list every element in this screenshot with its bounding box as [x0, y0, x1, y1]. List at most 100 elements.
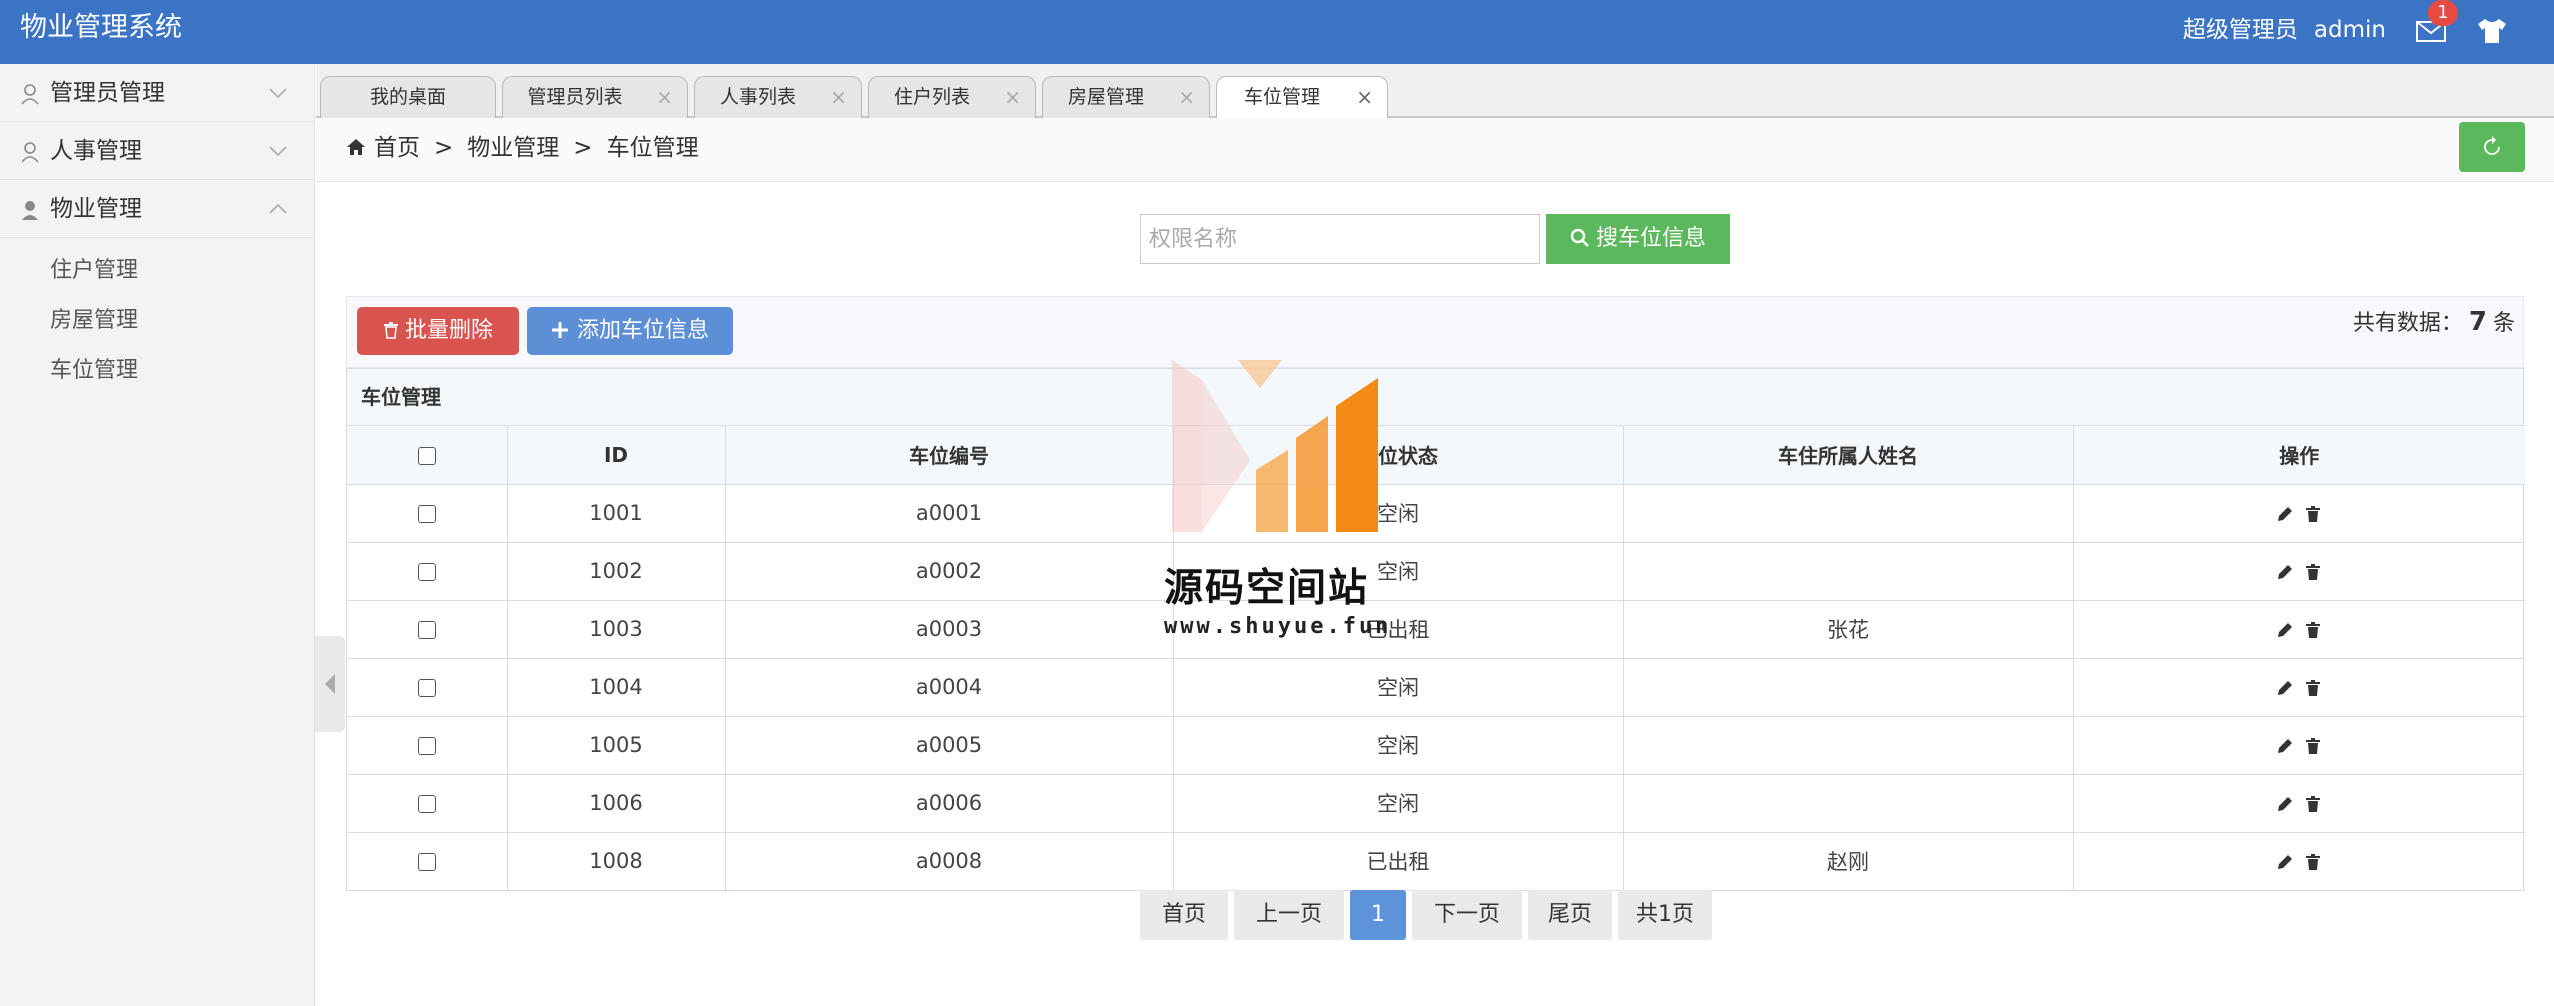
trash-icon[interactable]	[2303, 504, 2323, 524]
app-title: 物业管理系统	[20, 12, 182, 43]
tab-desktop[interactable]: 我的桌面	[320, 76, 496, 118]
close-icon[interactable]: ×	[1356, 77, 1373, 117]
close-icon[interactable]: ×	[1004, 77, 1021, 117]
search-input[interactable]	[1140, 214, 1540, 264]
sidebar-sub-list: 住户管理 房屋管理 车位管理	[0, 238, 314, 396]
close-icon[interactable]: ×	[1178, 77, 1195, 117]
row-select-cell	[347, 657, 508, 717]
cell-actions	[2072, 831, 2525, 890]
cell-actions	[2072, 541, 2525, 601]
sidebar-item-residents[interactable]: 住户管理	[0, 246, 314, 296]
pencil-icon[interactable]	[2275, 852, 2295, 872]
cell-status: 空闲	[1172, 715, 1624, 775]
search-button-label: 搜车位信息	[1595, 226, 1706, 251]
sidebar-item-parking[interactable]: 车位管理	[0, 346, 314, 396]
page-last[interactable]: 尾页	[1528, 890, 1612, 940]
pencil-icon[interactable]	[2275, 504, 2295, 524]
home-icon	[347, 139, 365, 155]
page-total: 共1页	[1618, 890, 1712, 940]
shirt-icon[interactable]	[2474, 15, 2510, 47]
trash-icon[interactable]	[2303, 678, 2323, 698]
row-select-cell	[347, 715, 508, 775]
pencil-icon[interactable]	[2275, 678, 2295, 698]
cell-owner: 赵刚	[1622, 831, 2074, 890]
select-all-checkbox[interactable]	[417, 447, 436, 466]
page-first[interactable]: 首页	[1140, 890, 1228, 940]
close-icon[interactable]: ×	[656, 77, 673, 117]
parking-table: ID 车位编号 车位状态 车住所属人姓名 操作 1001 a0001 空闲 1002 a…	[347, 426, 2525, 890]
sidebar: 管理员管理 人事管理 物业管理 住户管理 房屋管理 车位管理	[0, 64, 315, 1006]
row-select-cell	[347, 831, 508, 890]
table-row: 1001 a0001 空闲	[347, 483, 2525, 543]
sidebar-group-property[interactable]: 物业管理	[0, 180, 314, 238]
row-checkbox[interactable]	[417, 563, 436, 581]
breadcrumb-level1[interactable]: 物业管理	[467, 135, 559, 161]
row-checkbox[interactable]	[417, 795, 436, 813]
batch-delete-label: 批量删除	[404, 318, 493, 343]
sidebar-group-label: 物业管理	[50, 196, 142, 222]
sidebar-collapse-handle[interactable]	[315, 636, 345, 732]
pencil-icon[interactable]	[2275, 794, 2295, 814]
sidebar-group-admin[interactable]: 管理员管理	[0, 64, 314, 122]
trash-icon[interactable]	[2303, 562, 2323, 582]
table-row: 1008 a0008 已出租 赵刚	[347, 831, 2525, 890]
cell-status: 空闲	[1172, 773, 1624, 833]
pencil-icon[interactable]	[2275, 562, 2295, 582]
cell-id: 1001	[506, 483, 726, 543]
pencil-icon[interactable]	[2275, 620, 2295, 640]
username: admin	[2313, 17, 2386, 43]
refresh-button[interactable]	[2459, 122, 2525, 172]
cell-code: a0001	[724, 483, 1174, 543]
tab-label: 房屋管理	[1067, 86, 1144, 108]
page-prev[interactable]: 上一页	[1234, 890, 1344, 940]
cell-status: 已出租	[1172, 831, 1624, 890]
sidebar-item-houses[interactable]: 房屋管理	[0, 296, 314, 346]
trash-icon[interactable]	[2303, 736, 2323, 756]
batch-delete-button[interactable]: 批量删除	[357, 307, 519, 355]
cell-actions	[2072, 715, 2525, 775]
cell-code: a0005	[724, 715, 1174, 775]
row-checkbox[interactable]	[417, 737, 436, 755]
tab-personnel-list[interactable]: 人事列表 ×	[694, 76, 862, 118]
row-checkbox[interactable]	[417, 621, 436, 639]
page-next[interactable]: 下一页	[1412, 890, 1522, 940]
add-parking-label: 添加车位信息	[576, 318, 709, 343]
pencil-icon[interactable]	[2275, 736, 2295, 756]
sidebar-group-label: 管理员管理	[50, 80, 165, 106]
breadcrumb-home[interactable]: 首页	[374, 135, 420, 161]
watermark-title: 源码空间站	[1164, 566, 1370, 611]
search-icon	[1570, 228, 1589, 247]
breadcrumb-separator: >	[434, 135, 454, 161]
cell-id: 1005	[506, 715, 726, 775]
tab-parking-management[interactable]: 车位管理 ×	[1216, 76, 1388, 120]
count-prefix: 共有数据：	[2352, 311, 2463, 336]
close-icon[interactable]: ×	[830, 77, 847, 117]
cell-code: a0004	[724, 657, 1174, 717]
cell-owner	[1622, 773, 2074, 833]
cell-actions	[2072, 657, 2525, 717]
parking-table-panel: 车位管理 ID 车位编号 车位状态 车住所属人姓名 操作 1001 a0001 空闲…	[346, 368, 2525, 891]
tab-admin-list[interactable]: 管理员列表 ×	[502, 76, 688, 118]
row-checkbox[interactable]	[417, 853, 436, 872]
plus-icon	[551, 322, 568, 338]
cell-id: 1002	[506, 541, 726, 601]
row-checkbox[interactable]	[417, 679, 436, 697]
tab-resident-list[interactable]: 住户列表 ×	[868, 76, 1036, 118]
trash-icon[interactable]	[2303, 852, 2323, 872]
row-checkbox[interactable]	[417, 505, 436, 523]
trash-icon[interactable]	[2303, 794, 2323, 814]
search-button[interactable]: 搜车位信息	[1546, 214, 1730, 264]
cell-id: 1008	[506, 831, 726, 890]
page-current[interactable]: 1	[1350, 890, 1406, 940]
trash-icon[interactable]	[2303, 620, 2323, 640]
user-area[interactable]: 超级管理员 admin	[2183, 14, 2386, 46]
sidebar-group-personnel[interactable]: 人事管理	[0, 122, 314, 180]
cell-code: a0006	[724, 773, 1174, 833]
breadcrumb-level2: 车位管理	[606, 135, 699, 161]
add-parking-button[interactable]: 添加车位信息	[527, 307, 733, 355]
sidebar-group-label: 人事管理	[50, 138, 142, 164]
user-icon	[22, 201, 38, 220]
cell-owner	[1622, 715, 2074, 775]
chevron-down-icon	[269, 146, 287, 157]
tab-house-management[interactable]: 房屋管理 ×	[1042, 76, 1210, 118]
